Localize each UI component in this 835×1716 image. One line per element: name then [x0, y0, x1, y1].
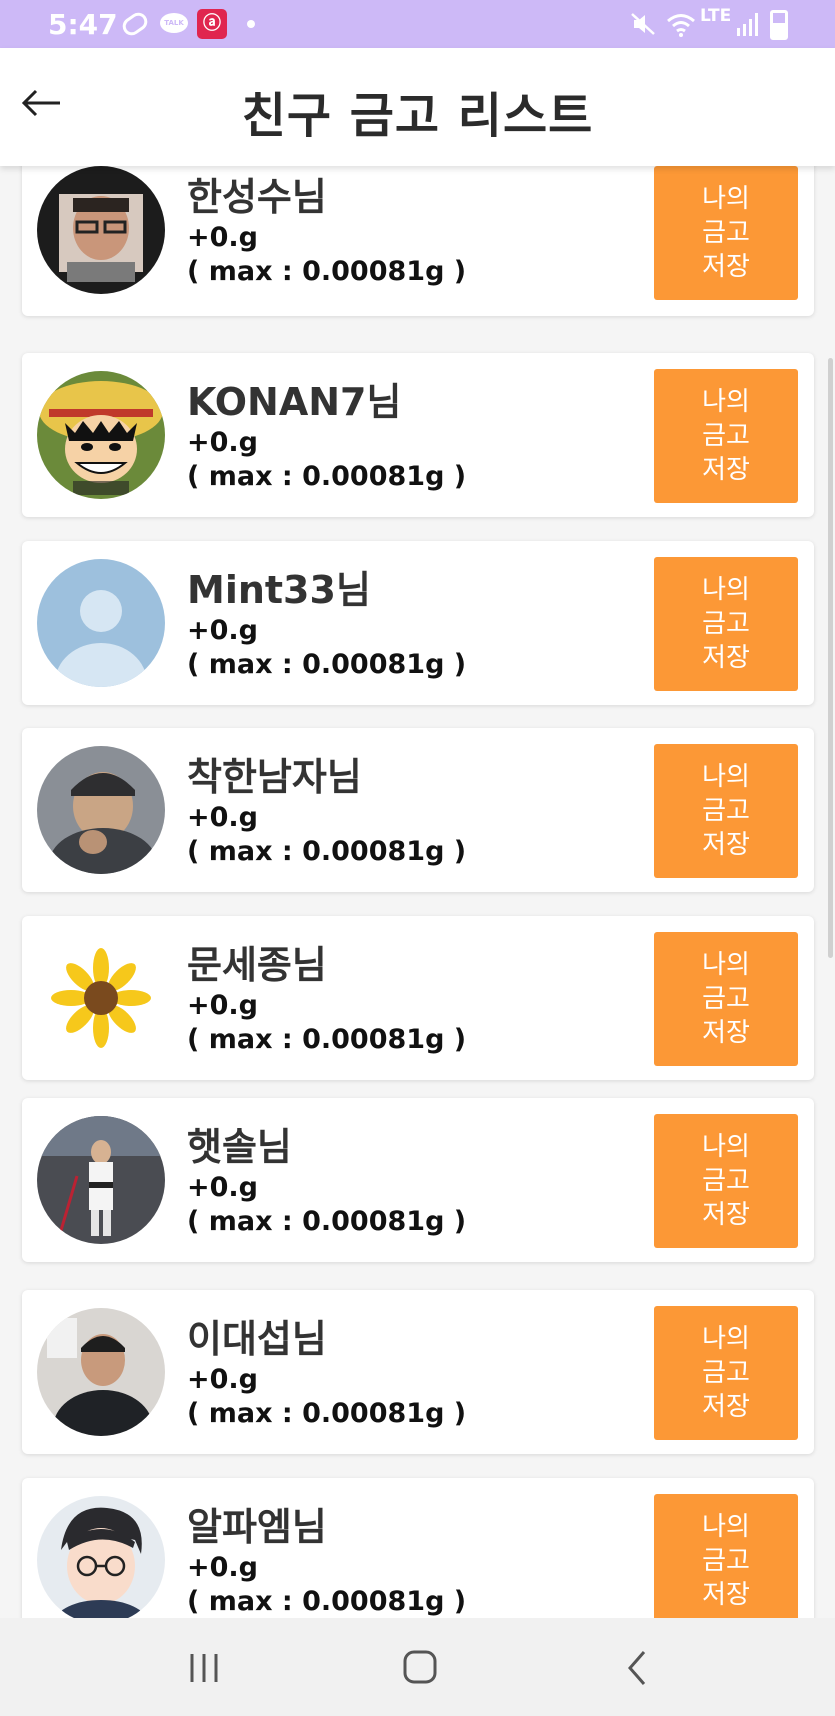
dot-icon — [247, 20, 255, 28]
avatar — [37, 1496, 165, 1618]
app-icon: ⓐ — [197, 9, 227, 39]
save-to-my-vault-button[interactable]: 나의 금고 저장 — [654, 1306, 798, 1440]
button-line: 저장 — [702, 1018, 750, 1048]
wifi-icon — [667, 14, 695, 37]
friend-max: ( max : 0.00081g ) — [187, 1206, 467, 1237]
page-title: 친구 금고 리스트 — [241, 88, 594, 144]
pill-icon — [119, 9, 151, 39]
friend-amount: +0.g — [187, 615, 258, 646]
button-line: 저장 — [702, 1392, 750, 1422]
button-line: 나의 — [702, 1512, 750, 1542]
button-line: 나의 — [702, 184, 750, 214]
friend-card: Mint33님 +0.g ( max : 0.00081g ) 나의 금고 저장 — [22, 541, 814, 705]
avatar — [37, 746, 165, 874]
button-line: 나의 — [702, 950, 750, 980]
scrollbar[interactable] — [828, 358, 833, 958]
friend-amount: +0.g — [187, 222, 258, 253]
button-line: 금고 — [702, 1358, 750, 1388]
friend-max: ( max : 0.00081g ) — [187, 461, 467, 492]
battery-icon — [770, 10, 788, 40]
app-screen: 5:47 TALK ⓐ LTE 친구 금고 리스트 한성수님 +0.g (ma… — [0, 0, 835, 1716]
avatar — [37, 1308, 165, 1436]
friend-name: 한성수님 — [187, 175, 327, 219]
home-icon[interactable] — [390, 1646, 450, 1690]
recent-apps-icon[interactable] — [174, 1646, 234, 1690]
signal-icon — [737, 13, 758, 36]
avatar — [37, 166, 165, 294]
friend-max: ( max : 0.00081g ) — [187, 649, 467, 680]
friend-name: 알파엠님 — [187, 1505, 327, 1549]
friend-card: 햇솔님 +0.g ( max : 0.00081g ) 나의 금고 저장 — [22, 1098, 814, 1262]
button-line: 저장 — [702, 252, 750, 282]
friend-list[interactable]: 한성수님 +0.g ( max : 0.00081g ) 나의 금고 저장 KO… — [0, 166, 835, 1618]
lte-indicator: LTE — [700, 6, 732, 26]
status-time: 5:47 — [48, 8, 118, 41]
friend-amount: +0.g — [187, 1364, 258, 1395]
friend-max: ( max : 0.00081g ) — [187, 1398, 467, 1429]
friend-name: 이대섭님 — [187, 1317, 327, 1361]
avatar — [37, 371, 165, 499]
button-line: 나의 — [702, 1324, 750, 1354]
save-to-my-vault-button[interactable]: 나의 금고 저장 — [654, 557, 798, 691]
button-line: 나의 — [702, 387, 750, 417]
friend-max: ( max : 0.00081g ) — [187, 1586, 467, 1617]
save-to-my-vault-button[interactable]: 나의 금고 저장 — [654, 1494, 798, 1618]
button-line: 저장 — [702, 643, 750, 673]
button-line: 저장 — [702, 830, 750, 860]
system-nav-bar — [0, 1618, 835, 1716]
friend-card: 이대섭님 +0.g ( max : 0.00081g ) 나의 금고 저장 — [22, 1290, 814, 1454]
friend-card: 착한남자님 +0.g ( max : 0.00081g ) 나의 금고 저장 — [22, 728, 814, 892]
friend-name: 문세종님 — [187, 943, 327, 987]
button-line: 금고 — [702, 796, 750, 826]
save-to-my-vault-button[interactable]: 나의 금고 저장 — [654, 369, 798, 503]
friend-card: 한성수님 +0.g ( max : 0.00081g ) 나의 금고 저장 — [22, 166, 814, 316]
avatar — [37, 559, 165, 687]
mute-icon — [631, 13, 655, 35]
friend-name: 햇솔님 — [187, 1125, 292, 1169]
friend-amount: +0.g — [187, 427, 258, 458]
talk-icon-label: TALK — [164, 19, 184, 27]
button-line: 금고 — [702, 984, 750, 1014]
button-line: 저장 — [702, 1580, 750, 1610]
button-line: 저장 — [702, 1200, 750, 1230]
save-to-my-vault-button[interactable]: 나의 금고 저장 — [654, 166, 798, 300]
friend-card: 알파엠님 +0.g ( max : 0.00081g ) 나의 금고 저장 — [22, 1478, 814, 1618]
button-line: 나의 — [702, 575, 750, 605]
save-to-my-vault-button[interactable]: 나의 금고 저장 — [654, 1114, 798, 1248]
app-header: 친구 금고 리스트 — [0, 48, 835, 166]
button-line: 금고 — [702, 1166, 750, 1196]
button-line: 금고 — [702, 421, 750, 451]
button-line: 금고 — [702, 1546, 750, 1576]
button-line: 금고 — [702, 218, 750, 248]
button-line: 저장 — [702, 455, 750, 485]
status-bar: 5:47 TALK ⓐ LTE — [0, 0, 835, 48]
friend-amount: +0.g — [187, 1552, 258, 1583]
friend-name: Mint33님 — [187, 568, 371, 612]
back-icon[interactable] — [608, 1646, 668, 1690]
friend-max: ( max : 0.00081g ) — [187, 256, 467, 287]
save-to-my-vault-button[interactable]: 나의 금고 저장 — [654, 932, 798, 1066]
friend-max: ( max : 0.00081g ) — [187, 1024, 467, 1055]
friend-name: KONAN7님 — [187, 380, 402, 424]
avatar — [37, 934, 165, 1062]
friend-max: ( max : 0.00081g ) — [187, 836, 467, 867]
friend-card: KONAN7님 +0.g ( max : 0.00081g ) 나의 금고 저장 — [22, 353, 814, 517]
friend-amount: +0.g — [187, 1172, 258, 1203]
friend-amount: +0.g — [187, 802, 258, 833]
button-line: 금고 — [702, 609, 750, 639]
avatar — [37, 1116, 165, 1244]
talk-icon: TALK — [160, 13, 188, 33]
friend-name: 착한남자님 — [187, 755, 362, 799]
button-line: 나의 — [702, 1132, 750, 1162]
save-to-my-vault-button[interactable]: 나의 금고 저장 — [654, 744, 798, 878]
friend-card: 문세종님 +0.g ( max : 0.00081g ) 나의 금고 저장 — [22, 916, 814, 1080]
button-line: 나의 — [702, 762, 750, 792]
friend-amount: +0.g — [187, 990, 258, 1021]
